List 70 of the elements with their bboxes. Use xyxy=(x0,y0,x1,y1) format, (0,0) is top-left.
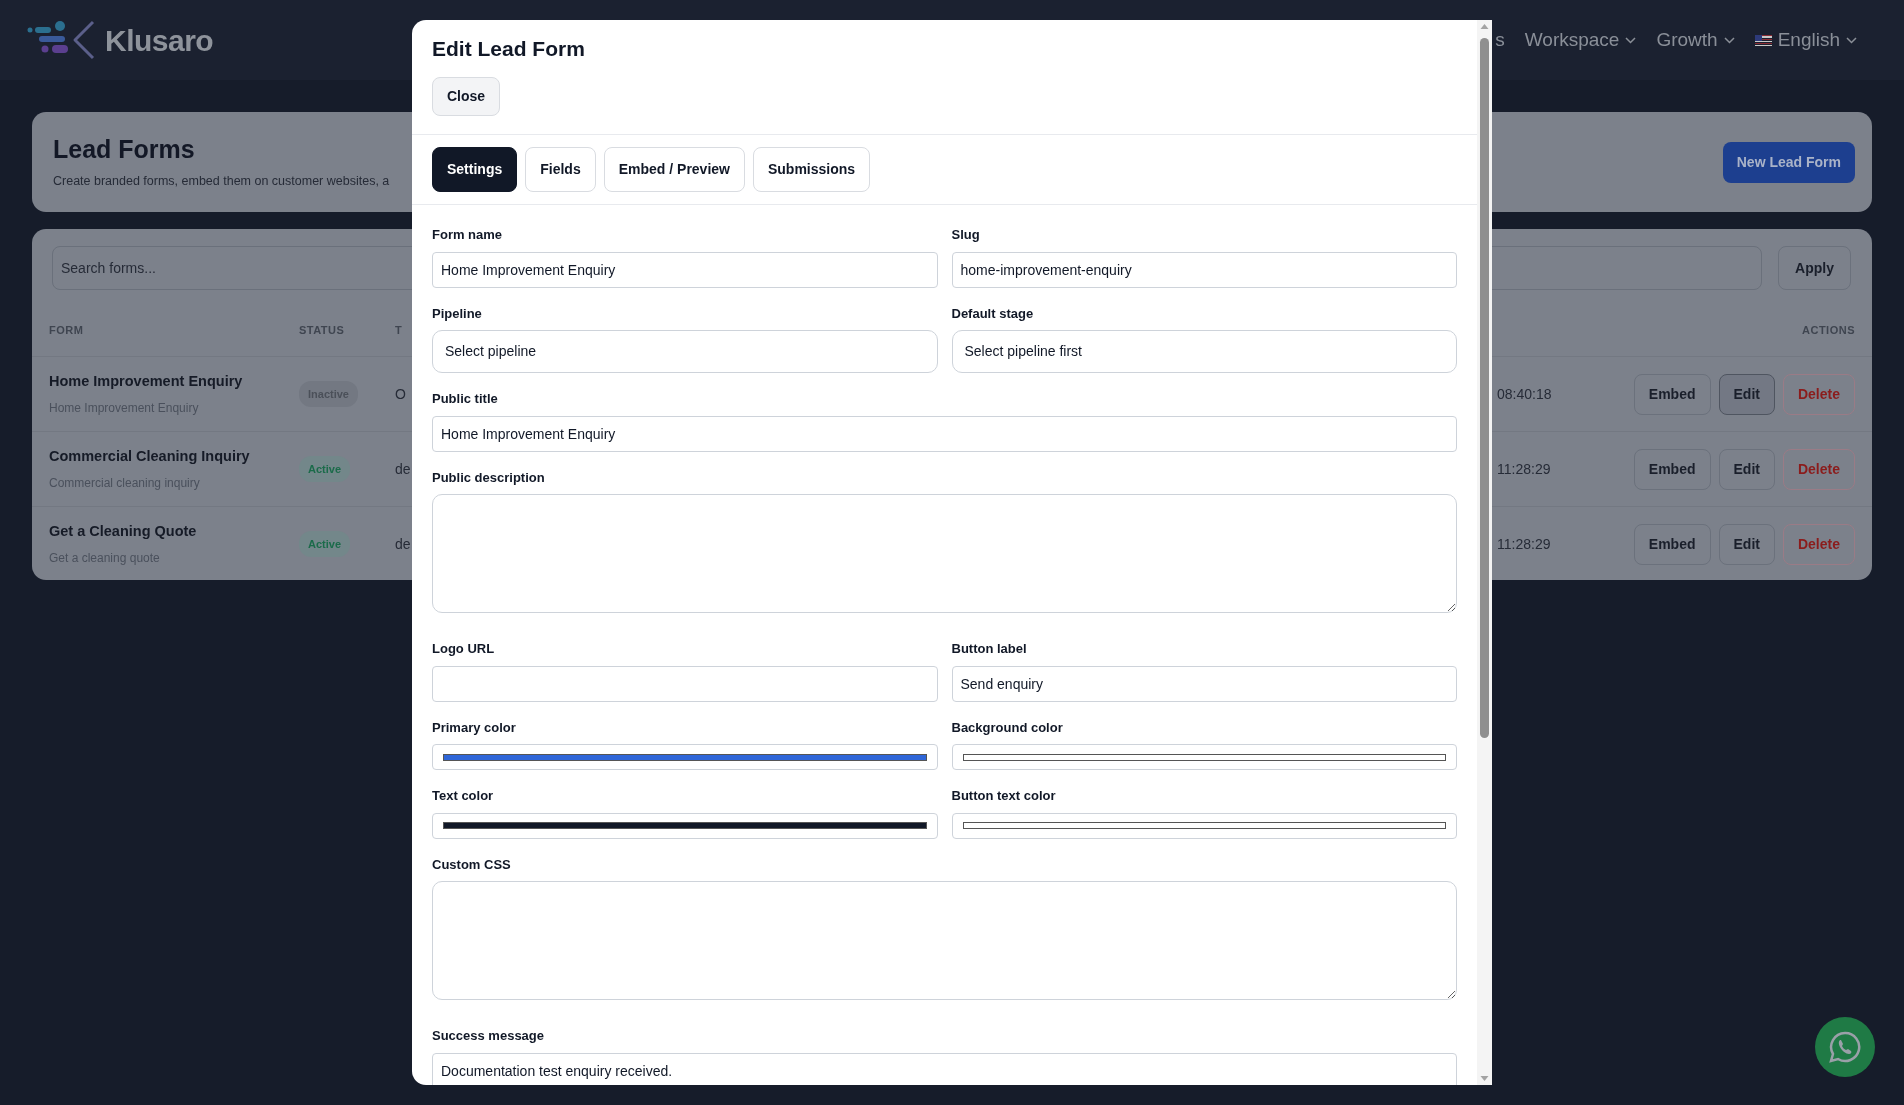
table-cell: O xyxy=(395,386,406,402)
table-cell: de xyxy=(395,536,411,552)
column-header: STATUS xyxy=(299,323,346,339)
select-field[interactable]: Select pipeline first xyxy=(951,330,1457,374)
chat-button[interactable] xyxy=(1815,1017,1875,1077)
logo-icon xyxy=(27,18,97,62)
table-cell: de xyxy=(395,461,411,477)
tab[interactable]: Settings xyxy=(432,147,518,193)
color-field[interactable] xyxy=(951,812,1457,839)
field-label: Logo URL xyxy=(432,640,496,659)
form-name[interactable]: Home Improvement Enquiry xyxy=(49,371,299,393)
field-label: Background color xyxy=(951,718,1064,737)
brand-name: Klusaro xyxy=(105,22,214,59)
page-title: Lead Forms xyxy=(53,133,196,164)
tab[interactable]: Submissions xyxy=(753,147,871,193)
status-badge: Active xyxy=(299,455,351,483)
caret-icon xyxy=(1625,36,1637,44)
column-header: FORM xyxy=(49,323,85,339)
page-subtitle: Create branded forms, embed them on customer websites, a xyxy=(53,172,390,190)
field-label: Primary color xyxy=(432,718,517,737)
dialog-title: Edit Lead Form xyxy=(432,36,586,62)
field-label: Default stage xyxy=(951,304,1035,323)
color-field[interactable] xyxy=(951,744,1457,771)
field-label: Button label xyxy=(951,640,1028,659)
action-button[interactable]: Edit xyxy=(1718,373,1775,415)
language-menu[interactable]: English xyxy=(1754,25,1857,55)
input-field[interactable]: Documentation test enquiry received. xyxy=(432,1052,1457,1085)
field-label: Public description xyxy=(432,468,546,487)
table-cell: 11:28:29 xyxy=(1497,536,1551,552)
color-field[interactable] xyxy=(432,744,938,771)
select-field[interactable]: Select pipeline xyxy=(432,330,938,374)
tab[interactable]: Fields xyxy=(525,147,596,193)
close-button[interactable]: Close xyxy=(432,77,501,117)
nav-link[interactable]: s xyxy=(1495,25,1505,55)
input-field[interactable]: home-improvement-enquiry xyxy=(951,251,1457,288)
column-header: T xyxy=(395,323,404,339)
tab[interactable]: Embed / Preview xyxy=(603,147,745,193)
color-field[interactable] xyxy=(432,812,938,839)
caret-icon xyxy=(1846,36,1857,44)
action-button[interactable]: Embed xyxy=(1633,448,1711,490)
input-field[interactable]: Home Improvement Enquiry xyxy=(432,251,938,288)
status-badge: Active xyxy=(299,530,351,558)
field-label: Slug xyxy=(951,226,981,245)
column-header: ACTIONS xyxy=(1801,323,1855,339)
action-button[interactable]: Embed xyxy=(1633,373,1711,415)
field-label: Text color xyxy=(432,787,495,806)
form-name[interactable]: Commercial Cleaning Inquiry xyxy=(49,446,299,468)
caret-icon xyxy=(1723,36,1735,44)
scrollbar[interactable] xyxy=(1477,20,1492,1085)
apply-button[interactable]: Apply xyxy=(1778,246,1851,290)
input-field[interactable]: Send enquiry xyxy=(951,665,1457,702)
field-label: Pipeline xyxy=(432,304,483,323)
field-label: Public title xyxy=(432,390,499,409)
table-cell: 11:28:29 xyxy=(1497,461,1551,477)
flag-icon xyxy=(1754,34,1772,46)
action-button[interactable]: Embed xyxy=(1633,523,1711,565)
field-label: Success message xyxy=(432,1027,546,1046)
nav-menu[interactable]: Workspace xyxy=(1524,25,1637,55)
new-lead-form-button[interactable]: New Lead Form xyxy=(1722,141,1855,183)
form-name[interactable]: Get a Cleaning Quote xyxy=(49,521,299,543)
input-field[interactable] xyxy=(432,665,938,702)
field-label: Custom CSS xyxy=(432,855,512,874)
action-button[interactable]: Edit xyxy=(1718,523,1775,565)
input-field[interactable]: Home Improvement Enquiry xyxy=(432,415,1457,452)
field-label: Form name xyxy=(432,226,504,245)
action-button[interactable]: Edit xyxy=(1718,448,1775,490)
phone-bubble-icon xyxy=(1828,1030,1862,1064)
field-label: Button text color xyxy=(951,787,1057,806)
table-cell: 08:40:18 xyxy=(1497,386,1552,402)
nav-menu[interactable]: Growth xyxy=(1656,25,1735,55)
